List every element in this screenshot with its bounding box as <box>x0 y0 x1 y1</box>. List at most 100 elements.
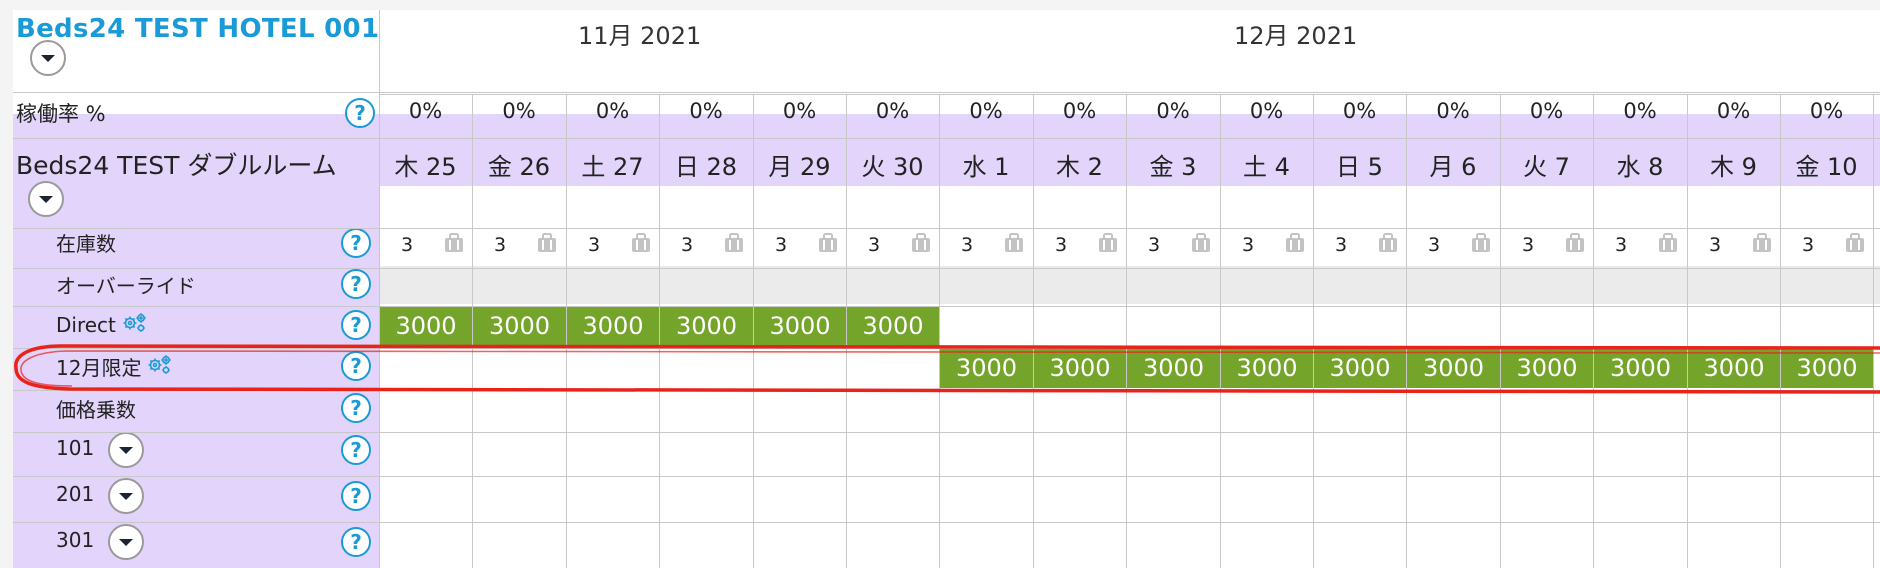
occupancy-cell: 0% <box>1342 99 1377 123</box>
help-icon-override[interactable]: ? <box>341 269 371 299</box>
help-icon-direct[interactable]: ? <box>341 310 371 340</box>
direct-price-cell[interactable]: 3000 <box>567 306 659 346</box>
override-label: オーバーライド <box>56 274 196 298</box>
day-header[interactable]: 土 27 <box>566 147 659 182</box>
inventory-cell[interactable]: 3 <box>753 224 846 264</box>
luggage-icon <box>910 232 932 258</box>
inventory-cell[interactable]: 3 <box>1593 224 1687 264</box>
inventory-cell[interactable]: 3 <box>846 224 939 264</box>
inventory-value: 3 <box>1148 234 1161 256</box>
occupancy-cell: 0% <box>1716 99 1751 123</box>
inventory-cell[interactable]: 3 <box>1687 224 1780 264</box>
inventory-cell[interactable]: 3 <box>1033 224 1126 264</box>
december-price-cell[interactable]: 3000 <box>1688 348 1780 388</box>
inventory-value: 3 <box>588 234 601 256</box>
direct-price-cell[interactable]: 3000 <box>473 306 566 346</box>
gear-icon[interactable] <box>147 353 173 380</box>
inventory-cell[interactable]: 3 <box>1220 224 1313 264</box>
occupancy-cell: 0% <box>689 99 723 123</box>
day-header[interactable]: 日 28 <box>659 147 753 182</box>
row-label-301: 301 <box>56 528 94 552</box>
day-header[interactable]: 月 29 <box>753 147 846 182</box>
inventory-cell[interactable]: 3 <box>1313 224 1406 264</box>
grid-line <box>939 94 940 568</box>
unit-201-dropdown-button[interactable] <box>108 478 144 514</box>
inventory-cell[interactable]: 3 <box>1126 224 1220 264</box>
occupancy-label: 稼働率 % <box>16 102 106 126</box>
inventory-cell[interactable]: 3 <box>566 224 659 264</box>
hotel-dropdown-button[interactable] <box>30 40 66 76</box>
help-icon-inventory[interactable]: ? <box>341 228 371 258</box>
inventory-cell[interactable]: 3 <box>1500 224 1593 264</box>
direct-price-cell[interactable]: 3000 <box>754 306 846 346</box>
december-price-cell[interactable]: 3000 <box>1781 348 1873 388</box>
direct-label[interactable]: Direct <box>56 313 116 337</box>
inventory-cell[interactable]: 3 <box>1406 224 1500 264</box>
december-price-cell[interactable]: 3000 <box>1221 348 1313 388</box>
december-price-cell[interactable]: 3000 <box>1594 348 1687 388</box>
day-header[interactable]: 月 6 <box>1406 147 1500 182</box>
grid-line <box>1033 94 1034 568</box>
day-header[interactable]: 金 10 <box>1780 147 1873 182</box>
inventory-value: 3 <box>681 234 694 256</box>
day-header[interactable]: 水 8 <box>1593 147 1687 182</box>
luggage-icon <box>1844 232 1866 258</box>
help-icon-101[interactable]: ? <box>341 435 371 465</box>
unit-301-dropdown-button[interactable] <box>108 524 144 560</box>
december-price-cell[interactable]: 3000 <box>1501 348 1593 388</box>
december-price-cell[interactable]: 3000 <box>1407 348 1500 388</box>
day-header[interactable]: 日 5 <box>1313 147 1406 182</box>
inventory-cell[interactable]: 3 <box>379 224 472 264</box>
direct-price-cell[interactable]: 3000 <box>847 306 939 346</box>
unit-301-label: 301 <box>56 528 95 552</box>
help-icon-201[interactable]: ? <box>341 481 371 511</box>
inventory-cell[interactable]: 3 <box>659 224 753 264</box>
grid-line <box>13 306 1880 307</box>
occupancy-cell: 0% <box>1156 99 1190 123</box>
december-label[interactable]: 12月限定 <box>56 352 141 381</box>
grid-line <box>13 522 1880 523</box>
day-header[interactable]: 火 7 <box>1500 147 1593 182</box>
grid-line <box>1780 94 1781 568</box>
grid-line <box>1500 94 1501 568</box>
inventory-cell[interactable]: 3 <box>1780 224 1873 264</box>
grid-line <box>1313 94 1314 568</box>
day-header[interactable]: 水 1 <box>939 147 1033 182</box>
day-header[interactable]: 土 4 <box>1220 147 1313 182</box>
help-icon-december[interactable]: ? <box>341 351 371 381</box>
day-header[interactable]: 金 3 <box>1126 147 1220 182</box>
december-price-cell[interactable]: 3000 <box>1034 348 1126 388</box>
grid-line <box>13 228 1880 229</box>
grid-line <box>13 390 1880 391</box>
day-header[interactable]: 木 25 <box>379 147 472 182</box>
december-price-cell[interactable]: 3000 <box>940 348 1033 388</box>
grid-line <box>472 94 473 568</box>
row-label-201: 201 <box>56 482 94 506</box>
day-header[interactable]: 木 2 <box>1033 147 1126 182</box>
luggage-icon <box>1377 232 1399 258</box>
gear-icon[interactable] <box>122 311 148 338</box>
hotel-title[interactable]: Beds24 TEST HOTEL 001 <box>16 14 379 44</box>
occupancy-cell: 0% <box>502 99 536 123</box>
top-strip <box>0 0 1880 10</box>
help-icon-301[interactable]: ? <box>341 527 371 557</box>
day-header[interactable]: 火 30 <box>846 147 939 182</box>
direct-price-cell[interactable]: 3000 <box>660 306 753 346</box>
luggage-icon <box>1470 232 1492 258</box>
help-icon-multiplier[interactable]: ? <box>341 393 371 423</box>
occupancy-cell: 0% <box>782 99 817 123</box>
row-label-multiplier: 価格乗数 <box>56 394 136 423</box>
room-dropdown-button[interactable] <box>28 181 64 217</box>
help-icon-occupancy[interactable]: ? <box>345 98 375 128</box>
december-price-cell[interactable]: 3000 <box>1127 348 1220 388</box>
unit-101-dropdown-button[interactable] <box>108 432 144 468</box>
inventory-cell[interactable]: 3 <box>939 224 1033 264</box>
grid-line <box>13 138 1880 139</box>
direct-price-cell[interactable]: 3000 <box>380 306 472 346</box>
day-header[interactable]: 木 9 <box>1687 147 1780 182</box>
inventory-cell[interactable]: 3 <box>472 224 566 264</box>
december-price-cell[interactable]: 3000 <box>1314 348 1406 388</box>
inventory-value: 3 <box>1522 234 1535 256</box>
day-header[interactable]: 金 26 <box>472 147 566 182</box>
luggage-icon <box>536 232 558 258</box>
